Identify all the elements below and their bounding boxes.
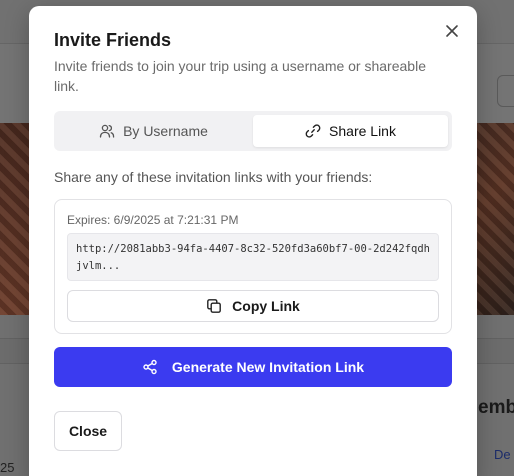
- dialog-subtitle: Invite friends to join your trip using a…: [54, 58, 426, 94]
- tab-by-username[interactable]: By Username: [58, 115, 249, 147]
- background-button: [497, 75, 514, 107]
- copy-link-label: Copy Link: [232, 298, 300, 314]
- generate-link-button[interactable]: Generate New Invitation Link: [54, 347, 452, 387]
- copy-icon: [206, 298, 222, 314]
- invitation-url[interactable]: http://2081abb3-94fa-4407-8c32-520fd3a60…: [67, 233, 439, 281]
- tab-by-username-label: By Username: [123, 123, 208, 139]
- tab-share-link-label: Share Link: [329, 123, 396, 139]
- close-icon[interactable]: [443, 22, 461, 40]
- invite-method-tabs: By Username Share Link: [54, 111, 452, 151]
- background-heading-fragment: emb: [478, 397, 514, 418]
- close-button[interactable]: Close: [54, 411, 122, 451]
- dialog-title: Invite Friends: [54, 30, 172, 50]
- link-icon: [305, 123, 321, 139]
- copy-link-button[interactable]: Copy Link: [67, 290, 439, 322]
- share-icon: [142, 359, 158, 375]
- link-expiry: Expires: 6/9/2025 at 7:21:31 PM: [67, 213, 239, 227]
- users-icon: [99, 123, 115, 139]
- generate-link-label: Generate New Invitation Link: [171, 359, 365, 375]
- background-link-fragment: De: [494, 447, 511, 462]
- invite-friends-dialog: Invite Friends Invite friends to join yo…: [29, 6, 477, 476]
- background-number-fragment: 25: [0, 460, 15, 475]
- share-description: Share any of these invitation links with…: [54, 169, 373, 185]
- tab-share-link[interactable]: Share Link: [253, 115, 448, 147]
- invitation-link-card: Expires: 6/9/2025 at 7:21:31 PM http://2…: [54, 199, 452, 334]
